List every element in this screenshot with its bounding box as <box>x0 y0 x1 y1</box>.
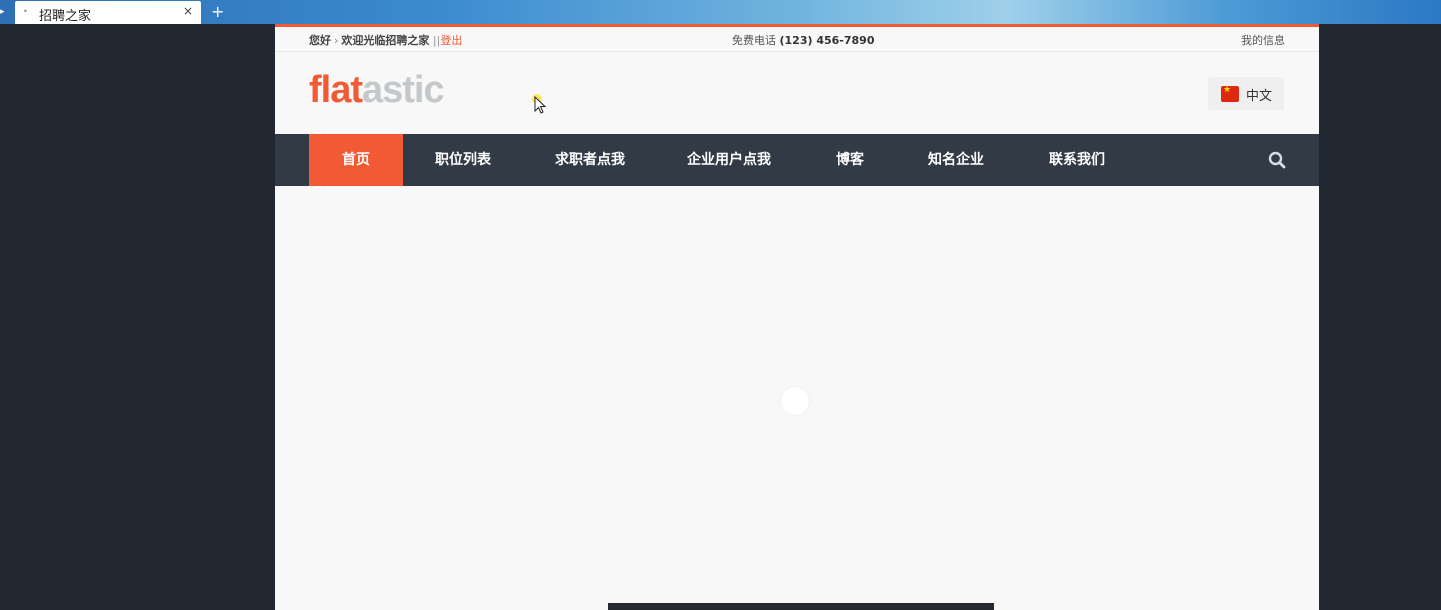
site-logo[interactable]: flatastic <box>309 69 445 112</box>
nav-item-job-seekers[interactable]: 求职者点我 <box>537 134 643 186</box>
tab-close-icon[interactable]: × <box>183 4 193 18</box>
logo-part-1: flat <box>309 69 363 111</box>
greeting-separator: › <box>334 34 339 47</box>
language-label: 中文 <box>1246 89 1273 104</box>
nav-item-employers[interactable]: 企业用户点我 <box>672 134 786 186</box>
phone-number: (123) 456-7890 <box>779 34 875 47</box>
nav-item-job-list[interactable]: 职位列表 <box>413 134 513 186</box>
nav-item-contact[interactable]: 联系我们 <box>1032 134 1122 186</box>
top-bar: 您好 › 欢迎光临招聘之家 ||登出 免费电话 (123) 456-7890 我的信… <box>275 27 1319 52</box>
web-page: 您好 › 欢迎光临招聘之家 ||登出 免费电话 (123) 456-7890 我的信… <box>275 24 1319 610</box>
nav-item-companies[interactable]: 知名企业 <box>913 134 999 186</box>
logout-link[interactable]: 登出 <box>440 34 462 47</box>
browser-tab[interactable]: • 招聘之家 × <box>15 1 201 24</box>
tab-scroll-left-icon[interactable]: ▸ <box>0 6 6 18</box>
my-info-link[interactable]: 我的信息 <box>1241 32 1285 48</box>
welcome-text: 欢迎光临招聘之家 <box>341 34 430 47</box>
nav-item-home[interactable]: 首页 <box>309 134 403 186</box>
bottom-overlay-bar <box>608 603 994 610</box>
new-tab-button[interactable]: + <box>211 2 224 21</box>
china-flag-icon: ★ <box>1221 85 1239 102</box>
nav-item-blog[interactable]: 博客 <box>820 134 880 186</box>
tab-favicon-icon: • <box>23 7 28 16</box>
phone-label: 免费电话 <box>732 34 776 47</box>
greeting-text: 您好 <box>309 34 331 47</box>
tab-title: 招聘之家 <box>39 9 92 24</box>
browser-tab-strip: ▸ • 招聘之家 × + <box>0 0 1441 24</box>
greeting: 您好 › 欢迎光临招聘之家 ||登出 <box>309 32 462 48</box>
mouse-cursor-icon <box>532 94 547 114</box>
language-selector[interactable]: ★ 中文 <box>1208 77 1284 110</box>
logo-part-2: astic <box>362 69 445 111</box>
loading-spinner <box>781 387 809 415</box>
main-nav: 首页 职位列表 求职者点我 企业用户点我 博客 知名企业 联系我们 <box>275 134 1319 186</box>
phone-info: 免费电话 (123) 456-7890 <box>732 32 875 48</box>
search-icon[interactable] <box>1268 151 1286 169</box>
